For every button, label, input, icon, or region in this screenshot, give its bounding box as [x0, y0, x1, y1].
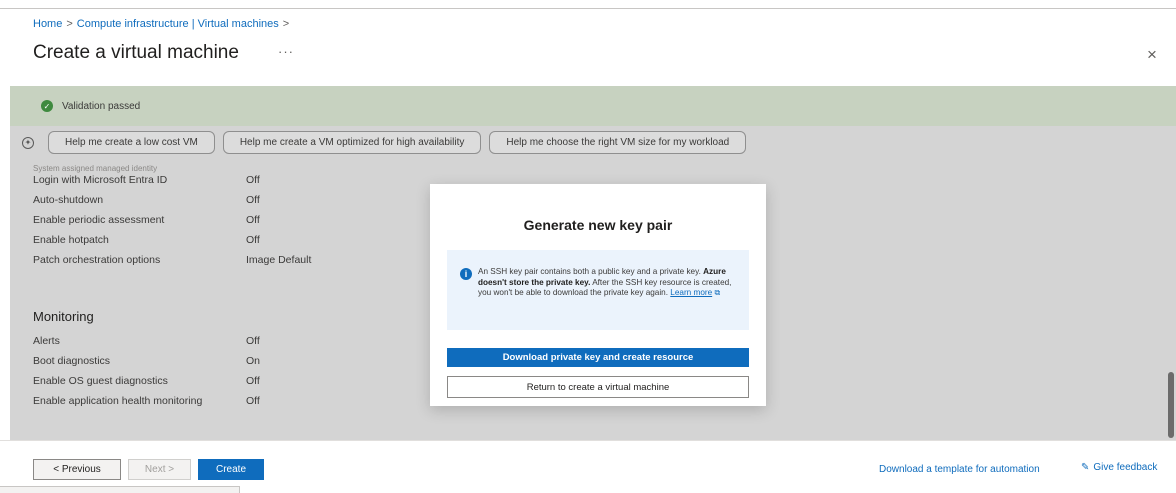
- breadcrumb-separator: >: [282, 18, 290, 30]
- download-private-key-button[interactable]: Download private key and create resource: [447, 348, 749, 367]
- settings-key: Auto-shutdown: [33, 194, 104, 206]
- return-to-create-button[interactable]: Return to create a virtual machine: [447, 376, 749, 398]
- breadcrumb-home[interactable]: Home: [33, 18, 62, 30]
- settings-row-cutoff: System assigned managed identity: [33, 164, 157, 173]
- feedback-icon: ✎: [1081, 462, 1090, 473]
- info-icon: i: [460, 268, 472, 280]
- external-link-icon: ⧉: [714, 288, 721, 298]
- settings-key: Patch orchestration options: [33, 254, 161, 266]
- settings-value: Off: [246, 234, 260, 246]
- generate-key-pair-dialog: Generate new key pair i An SSH key pair …: [430, 184, 766, 406]
- settings-value: Image Default: [246, 254, 312, 266]
- breadcrumb-virtual-machines[interactable]: Compute infrastructure | Virtual machine…: [77, 18, 279, 30]
- top-divider: [0, 8, 1176, 9]
- copilot-suggestions: ✦ Help me create a low cost VM Help me c…: [22, 131, 747, 154]
- settings-value: Off: [246, 194, 260, 206]
- breadcrumb-separator: >: [66, 18, 73, 30]
- check-icon: ✓: [41, 100, 53, 112]
- scrollbar-thumb[interactable]: [1168, 372, 1174, 438]
- settings-key: Enable periodic assessment: [33, 214, 165, 226]
- settings-value: Off: [246, 174, 260, 186]
- breadcrumb: Home > Compute infrastructure | Virtual …: [33, 18, 289, 30]
- suggestion-vm-size[interactable]: Help me choose the right VM size for my …: [489, 131, 747, 154]
- info-message: An SSH key pair contains both a public k…: [478, 267, 740, 299]
- more-options-icon[interactable]: ···: [278, 44, 294, 59]
- status-bar-url: [0, 486, 240, 493]
- settings-key: Enable hotpatch: [33, 234, 109, 246]
- learn-more-link[interactable]: Learn more: [670, 288, 712, 297]
- settings-key: Enable application health monitoring: [33, 395, 203, 407]
- copilot-icon: ✦: [22, 136, 34, 149]
- settings-key: Login with Microsoft Entra ID: [33, 174, 168, 186]
- suggestion-low-cost-vm[interactable]: Help me create a low cost VM: [48, 131, 215, 154]
- close-icon[interactable]: ×: [1147, 45, 1157, 65]
- settings-key: Alerts: [33, 335, 60, 347]
- previous-button[interactable]: < Previous: [33, 459, 121, 480]
- settings-key: System assigned managed identity: [33, 164, 158, 173]
- settings-value: Off: [246, 335, 260, 347]
- settings-value: Off: [246, 395, 260, 407]
- footer-divider: [0, 440, 1176, 441]
- settings-value: On: [246, 355, 261, 367]
- settings-key: Enable OS guest diagnostics: [33, 375, 168, 387]
- create-button[interactable]: Create: [198, 459, 264, 480]
- page-title: Create a virtual machine: [33, 42, 239, 63]
- give-feedback-link[interactable]: ✎ Give feedback: [1081, 462, 1157, 473]
- validation-banner: ✓ Validation passed: [10, 86, 1176, 126]
- info-message-box: i An SSH key pair contains both a public…: [447, 250, 749, 330]
- download-template-link[interactable]: Download a template for automation: [879, 464, 1040, 475]
- suggestion-high-availability[interactable]: Help me create a VM optimized for high a…: [222, 131, 482, 154]
- settings-key: Boot diagnostics: [33, 355, 111, 367]
- monitoring-heading: Monitoring: [33, 309, 94, 324]
- validation-message: Validation passed: [62, 100, 141, 112]
- feedback-label: Give feedback: [1093, 462, 1158, 473]
- next-button[interactable]: Next >: [128, 459, 191, 480]
- settings-value: Off: [246, 375, 260, 387]
- settings-value: Off: [246, 214, 260, 226]
- dialog-title: Generate new key pair: [523, 217, 673, 233]
- info-text-part1: An SSH key pair contains both a public k…: [478, 267, 704, 276]
